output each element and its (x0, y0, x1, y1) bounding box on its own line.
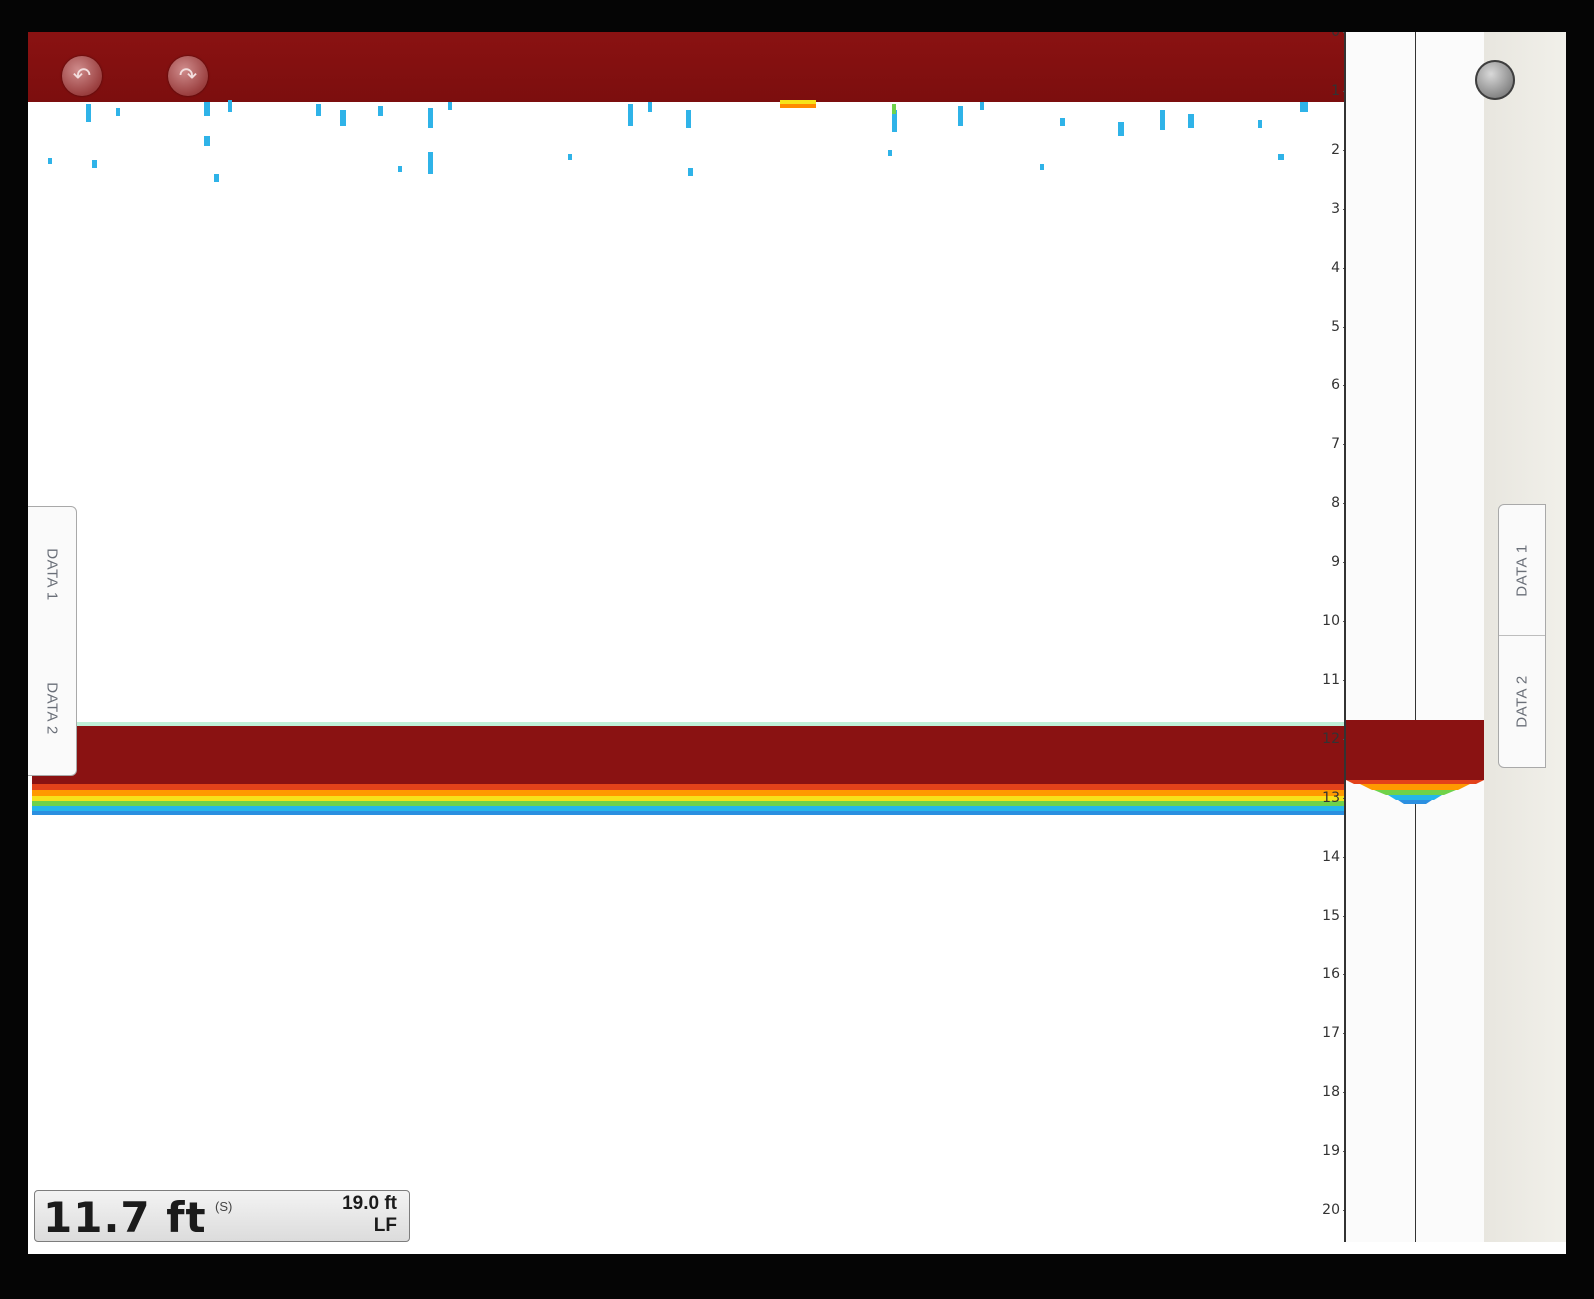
undo-icon: ↶ (72, 63, 92, 88)
left-tab-data-2[interactable]: DATA 2 (28, 641, 76, 775)
left-tab-data-2-label: DATA 2 (43, 681, 61, 735)
a-scope-center-line (1415, 32, 1416, 1242)
bottom-return-band (32, 722, 1344, 815)
depth-tick-label: 14 (1322, 848, 1340, 865)
left-data-tabs: DATA 1 DATA 2 (28, 506, 77, 776)
redo-icon: ↷ (178, 63, 198, 88)
current-depth: 11.7 ft (43, 1193, 207, 1242)
redo-button[interactable]: ↷ (168, 56, 208, 96)
right-tab-data-2-label: DATA 2 (1513, 674, 1531, 728)
frequency-mode: LF (373, 1215, 397, 1236)
left-tab-data-1-label: DATA 1 (43, 547, 61, 601)
depth-tick-label: 6 (1331, 377, 1340, 394)
depth-tick-label: 19 (1322, 1143, 1340, 1160)
range-depth: 19.0 ft (342, 1193, 397, 1214)
a-scope-panel (1344, 32, 1488, 1242)
left-tab-data-1[interactable]: DATA 1 (28, 507, 76, 641)
depth-tick-label: 16 (1322, 966, 1340, 983)
depth-tick-label: 13 (1322, 789, 1340, 806)
surface-clutter (48, 100, 1308, 182)
depth-tick-label: 20 (1322, 1202, 1340, 1218)
circle-menu-button[interactable] (1475, 60, 1515, 100)
depth-tick-label: 17 (1322, 1025, 1340, 1042)
depth-tick-label: 18 (1322, 1084, 1340, 1101)
right-tab-data-1-label: DATA 1 (1513, 543, 1531, 597)
undo-button[interactable]: ↶ (62, 56, 102, 96)
depth-tick-label: 10 (1322, 613, 1340, 629)
right-data-tabs: DATA 1 DATA 2 (1498, 504, 1546, 768)
depth-tick-label: 8 (1331, 495, 1340, 512)
depth-tick-label: 12 (1322, 730, 1340, 747)
depth-tick-label: 15 (1322, 907, 1340, 924)
depth-tick-label: 5 (1331, 318, 1340, 335)
depth-tick-label: 1 (1331, 82, 1340, 99)
depth-tick-label: 3 (1331, 200, 1340, 217)
depth-source-flag: (S) (215, 1199, 233, 1214)
depth-tick-label: 9 (1331, 554, 1340, 571)
depth-scale: 0 1 2 3 4 5 6 7 8 9 10 11 12 13 14 15 16 17 18 19 20 (1304, 32, 1348, 1254)
sonar-screen: ↶ ↷ 0 1 2 3 4 5 6 7 8 9 10 11 12 13 14 1… (28, 32, 1566, 1254)
right-tab-data-1[interactable]: DATA 1 (1499, 505, 1545, 636)
surface-return-band (28, 32, 1504, 102)
depth-tick-label: 4 (1331, 259, 1340, 276)
depth-readout[interactable]: 11.7 ft (S) 19.0 ft LF (34, 1190, 410, 1242)
right-tab-data-2[interactable]: DATA 2 (1499, 636, 1545, 766)
depth-tick-label: 2 (1331, 141, 1340, 158)
depth-tick-label: 11 (1322, 671, 1340, 688)
depth-tick-label: 0 (1331, 32, 1340, 40)
depth-tick-label: 7 (1331, 436, 1340, 453)
a-scope-return (1346, 720, 1484, 804)
